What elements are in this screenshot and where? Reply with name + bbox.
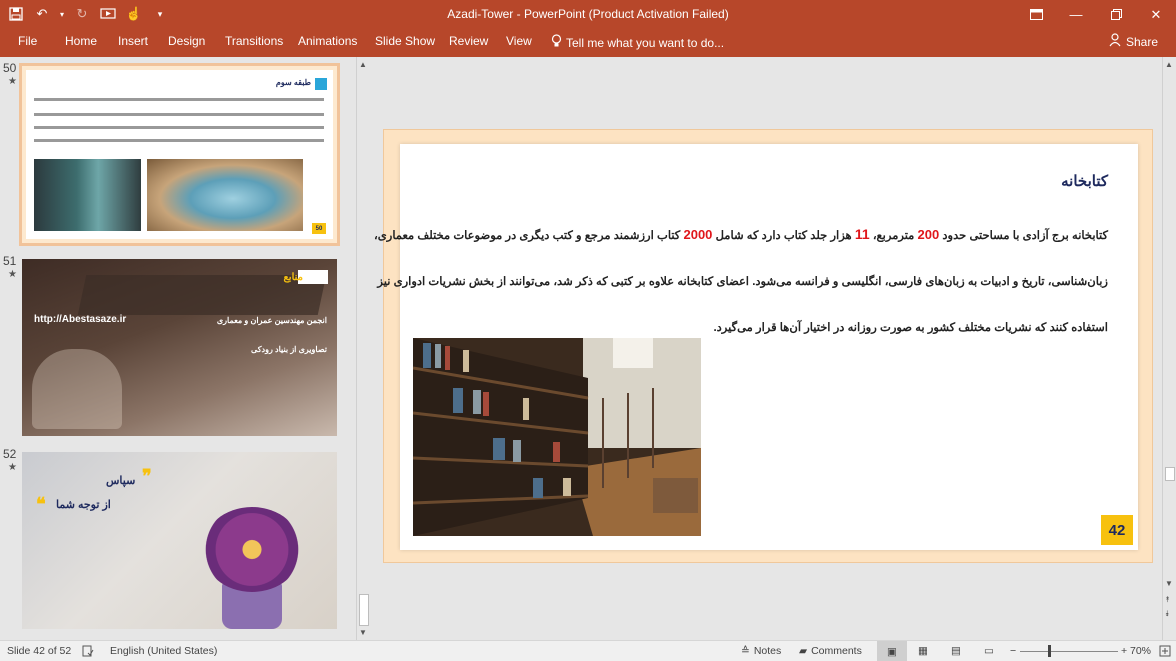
quote-mark-icon: ❞ bbox=[142, 466, 152, 486]
slide-background-frame: کتابخانه کتابخانه برج آزادی با مساحتی حد… bbox=[374, 129, 1153, 563]
thumbnail-number: 52 bbox=[3, 447, 17, 461]
slide-thumbnails-pane: 50 ★ طبقه سوم 50 51 ★ منابع http://Abest… bbox=[0, 57, 356, 640]
slide-paragraph-line-3[interactable]: استفاده کنند که نشریات مختلف کشور به صور… bbox=[713, 320, 1108, 334]
powerpoint-window: ↶ ▾ ↻ ☝ ▾ Azadi-Tower - PowerPoint (Prod… bbox=[0, 0, 1176, 661]
tell-me-text: Tell me what you want to do... bbox=[566, 35, 725, 50]
animation-star-icon: ★ bbox=[8, 76, 17, 87]
editor-scrollbar[interactable]: ▲ ▼ ⯭ ⯯ bbox=[1162, 57, 1176, 640]
thumbnails-scrollbar[interactable]: ▲ ▼ bbox=[356, 57, 370, 640]
text-run: هزار جلد کتاب دارد که شامل bbox=[712, 230, 855, 242]
thumbnail-text: از توجه شما bbox=[56, 499, 111, 511]
maximize-icon[interactable] bbox=[1096, 0, 1136, 29]
scrollbar-thumb[interactable] bbox=[1165, 467, 1175, 481]
thumbnail-slide-50[interactable]: طبقه سوم 50 bbox=[19, 63, 340, 246]
animation-star-icon: ★ bbox=[8, 269, 17, 280]
slide-paragraph-line-1[interactable]: کتابخانه برج آزادی با مساحتی حدود 200 مت… bbox=[374, 226, 1108, 242]
status-bar: Slide 42 of 52 English (United States) ≙… bbox=[0, 640, 1176, 661]
tab-insert[interactable]: Insert bbox=[118, 34, 148, 48]
thumbnail-badge: 50 bbox=[312, 223, 326, 234]
tab-file[interactable]: File bbox=[18, 34, 37, 48]
window-controls: — ✕ bbox=[1016, 0, 1176, 29]
tab-view[interactable]: View bbox=[506, 34, 532, 48]
flower-illustration bbox=[202, 507, 302, 592]
notes-label: Notes bbox=[753, 645, 782, 657]
scroll-up-icon[interactable]: ▲ bbox=[359, 60, 367, 69]
tab-slide-show[interactable]: Slide Show bbox=[375, 34, 435, 48]
comments-label: Comments bbox=[811, 645, 862, 657]
slide-editor: کتابخانه کتابخانه برج آزادی با مساحتی حد… bbox=[370, 57, 1162, 640]
normal-view-icon: ▣ bbox=[887, 645, 897, 658]
thumbnail-slide-52[interactable]: ❞ سپاس ❝ از توجه شما bbox=[22, 452, 337, 629]
text-run: کتاب ارزشمند مرجع و کتب دیگری در موضوعات… bbox=[374, 230, 684, 242]
current-slide[interactable]: کتابخانه کتابخانه برج آزادی با مساحتی حد… bbox=[374, 144, 1138, 550]
thumbnail-title: منابع bbox=[283, 272, 303, 283]
text-run: کتابخانه برج آزادی با مساحتی حدود bbox=[939, 230, 1108, 242]
spell-check-icon[interactable] bbox=[82, 645, 94, 657]
thumbnail-text: انجمن مهندسین عمران و معماری bbox=[216, 316, 327, 325]
quote-mark-icon: ❝ bbox=[36, 494, 46, 514]
thumbnail-number: 50 bbox=[3, 61, 17, 75]
scroll-up-icon[interactable]: ▲ bbox=[1165, 60, 1173, 69]
notes-icon: ≙ bbox=[741, 645, 750, 657]
slide-sorter-view-icon[interactable]: ▦ bbox=[918, 645, 928, 657]
slide-title[interactable]: کتابخانه bbox=[1061, 172, 1108, 190]
slide-paragraph-line-2[interactable]: زبان‌شناسی، تاریخ و ادبیات به زبان‌های ف… bbox=[377, 274, 1108, 288]
zoom-out-icon[interactable]: − bbox=[1010, 645, 1016, 657]
tab-animations[interactable]: Animations bbox=[298, 34, 357, 48]
text-run: مترمربع، bbox=[869, 230, 918, 242]
slide-counter[interactable]: Slide 42 of 52 bbox=[7, 645, 71, 657]
zoom-level[interactable]: 70% bbox=[1130, 645, 1151, 657]
highlight-number: 2000 bbox=[683, 227, 713, 242]
tab-review[interactable]: Review bbox=[449, 34, 488, 48]
thumbnail-text: سپاس bbox=[106, 475, 136, 487]
scroll-down-icon[interactable]: ▼ bbox=[359, 628, 367, 637]
person-icon bbox=[1109, 33, 1122, 50]
notes-button[interactable]: ≙ Notes bbox=[741, 645, 781, 657]
tab-home[interactable]: Home bbox=[65, 34, 97, 48]
zoom-slider-thumb[interactable] bbox=[1048, 645, 1051, 657]
thumbnail-text: تصاویری از بنیاد رودکی bbox=[251, 345, 327, 354]
highlight-number: 200 bbox=[917, 227, 940, 242]
cup-illustration bbox=[32, 349, 122, 429]
scrollbar-thumb[interactable] bbox=[359, 594, 369, 626]
thumbnail-photo bbox=[147, 159, 303, 231]
thumbnail-url: http://Abestasaze.ir bbox=[34, 314, 127, 325]
thumbnail-slide-51[interactable]: منابع http://Abestasaze.ir انجمن مهندسین… bbox=[22, 259, 337, 436]
reading-view-icon[interactable]: ▤ bbox=[951, 645, 961, 657]
lightbulb-icon bbox=[551, 34, 562, 51]
tell-me-box[interactable]: Tell me what you want to do... bbox=[551, 34, 724, 51]
title-bar: ↶ ▾ ↻ ☝ ▾ Azadi-Tower - PowerPoint (Prod… bbox=[0, 0, 1176, 29]
share-button[interactable]: Share bbox=[1109, 33, 1158, 50]
close-icon[interactable]: ✕ bbox=[1136, 0, 1176, 29]
language-indicator[interactable]: English (United States) bbox=[110, 645, 217, 657]
minimize-icon[interactable]: — bbox=[1056, 0, 1096, 29]
thumbnail-title: طبقه سوم bbox=[275, 78, 311, 87]
zoom-slider[interactable] bbox=[1020, 651, 1118, 652]
tab-design[interactable]: Design bbox=[168, 34, 205, 48]
window-title: Azadi-Tower - PowerPoint (Product Activa… bbox=[447, 7, 729, 21]
scroll-down-icon[interactable]: ▼ bbox=[1165, 579, 1173, 588]
fit-to-window-icon[interactable] bbox=[1159, 645, 1171, 657]
comment-icon: ▰ bbox=[799, 645, 808, 657]
zoom-in-icon[interactable]: + bbox=[1121, 645, 1127, 657]
previous-slide-icon[interactable]: ⯭ bbox=[1165, 595, 1170, 605]
ribbon-display-options-icon[interactable] bbox=[1016, 0, 1056, 29]
slide-show-view-icon[interactable]: ▭ bbox=[984, 645, 994, 657]
highlight-number: 11 bbox=[854, 226, 870, 242]
animation-star-icon: ★ bbox=[8, 462, 17, 473]
bullet-icon bbox=[315, 78, 327, 90]
ribbon-tabs: File Home Insert Design Transitions Anim… bbox=[0, 29, 1176, 57]
library-photo[interactable] bbox=[413, 338, 701, 536]
thumbnail-number: 51 bbox=[3, 254, 17, 268]
share-label: Share bbox=[1125, 34, 1158, 49]
normal-view-button[interactable]: ▣ bbox=[877, 641, 907, 661]
slide-number-badge: 42 bbox=[1101, 515, 1133, 545]
comments-button[interactable]: ▰ Comments bbox=[799, 645, 862, 657]
tab-transitions[interactable]: Transitions bbox=[225, 34, 283, 48]
next-slide-icon[interactable]: ⯯ bbox=[1165, 609, 1170, 619]
thumbnail-photo bbox=[34, 159, 141, 231]
